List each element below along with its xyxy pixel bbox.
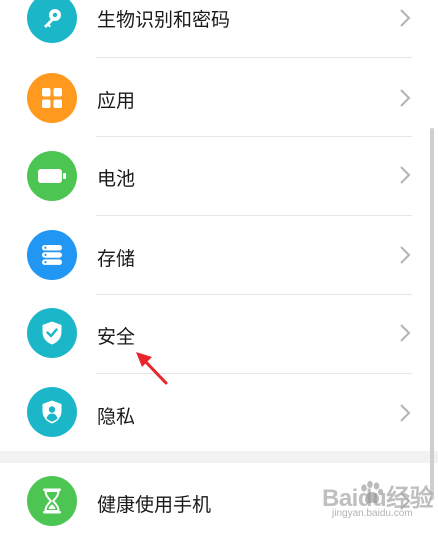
apps-grid-icon: [27, 73, 77, 123]
watermark: Baidu经验 jingyan.baidu.com: [322, 476, 436, 532]
chevron-right-icon: [400, 324, 411, 342]
shield-check-icon: [27, 308, 77, 358]
chevron-right-icon: [400, 166, 411, 184]
settings-item-label: 隐私: [97, 406, 136, 428]
settings-item-apps[interactable]: 应用: [0, 58, 438, 137]
settings-item-storage[interactable]: 存储: [0, 216, 438, 295]
settings-item-label: 安全: [97, 326, 136, 348]
watermark-domain: jingyan.baidu.com: [332, 508, 413, 519]
hourglass-icon: [27, 476, 77, 526]
paw-logo-icon: [361, 480, 384, 504]
settings-item-battery[interactable]: 电池: [0, 137, 438, 216]
key-icon: [27, 0, 77, 43]
scrollbar[interactable]: [430, 128, 434, 500]
settings-item-label: 应用: [97, 90, 136, 112]
settings-item-label: 生物识别和密码: [97, 9, 231, 31]
chevron-right-icon: [400, 246, 411, 264]
settings-item-security[interactable]: 安全: [0, 295, 438, 374]
settings-item-label: 电池: [97, 168, 136, 190]
storage-icon: [27, 230, 77, 280]
settings-item-label: 健康使用手机: [97, 494, 212, 516]
chevron-right-icon: [400, 404, 411, 422]
chevron-right-icon: [400, 9, 411, 27]
settings-item-biometrics[interactable]: 生物识别和密码: [0, 0, 438, 57]
red-arrow-icon: [136, 352, 168, 385]
settings-item-privacy[interactable]: 隐私: [0, 374, 438, 453]
chevron-right-icon: [400, 89, 411, 107]
battery-icon: [27, 151, 77, 201]
section-gap: [0, 451, 438, 463]
settings-item-label: 存储: [97, 248, 136, 270]
privacy-shield-icon: [27, 387, 77, 437]
